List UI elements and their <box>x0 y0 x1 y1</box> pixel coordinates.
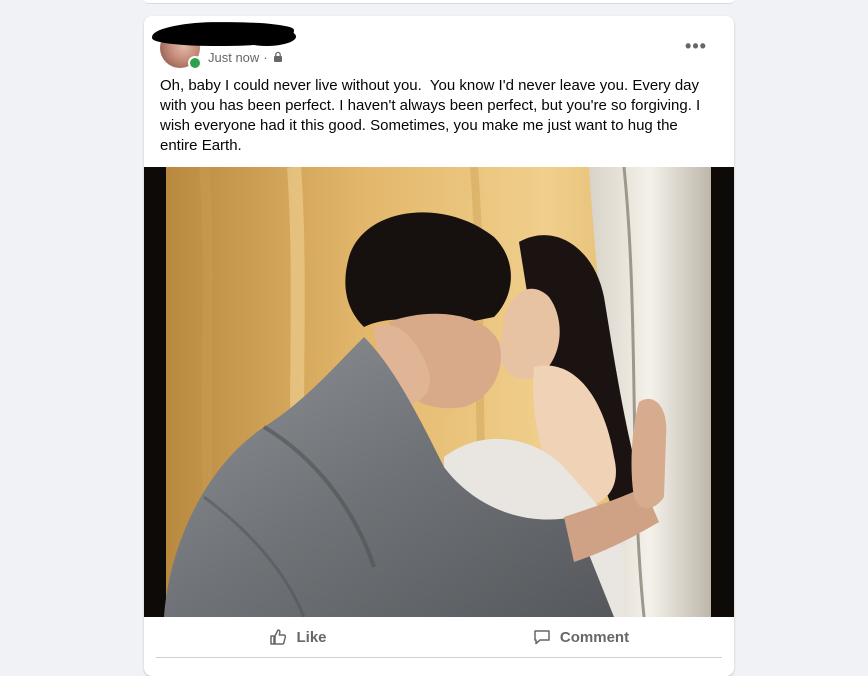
comment-button[interactable]: Comment <box>439 617 722 657</box>
online-status-dot <box>188 56 202 70</box>
comment-label: Comment <box>559 628 630 646</box>
redacted-author-name-extra <box>239 27 297 47</box>
comment-bubble-icon <box>534 630 550 645</box>
like-button[interactable]: Like <box>156 617 439 657</box>
thumbs-up-icon <box>270 629 287 645</box>
like-label: Like <box>296 628 327 646</box>
more-options-icon: ••• <box>685 36 707 56</box>
post-card: Just now · ••• Oh, baby I could never li… <box>144 16 734 676</box>
timestamp[interactable]: Just now <box>208 50 259 65</box>
previous-card-edge <box>144 0 734 4</box>
action-bar: Like Comment <box>156 617 722 658</box>
lock-icon[interactable] <box>272 51 284 63</box>
more-options-button[interactable]: ••• <box>680 32 712 60</box>
meta-separator: · <box>263 49 268 65</box>
post-header: Just now · ••• <box>151 20 718 70</box>
post-meta: Just now · <box>208 49 284 65</box>
post-photo[interactable] <box>144 167 734 617</box>
post-text: Oh, baby I could never live without you.… <box>160 77 705 154</box>
